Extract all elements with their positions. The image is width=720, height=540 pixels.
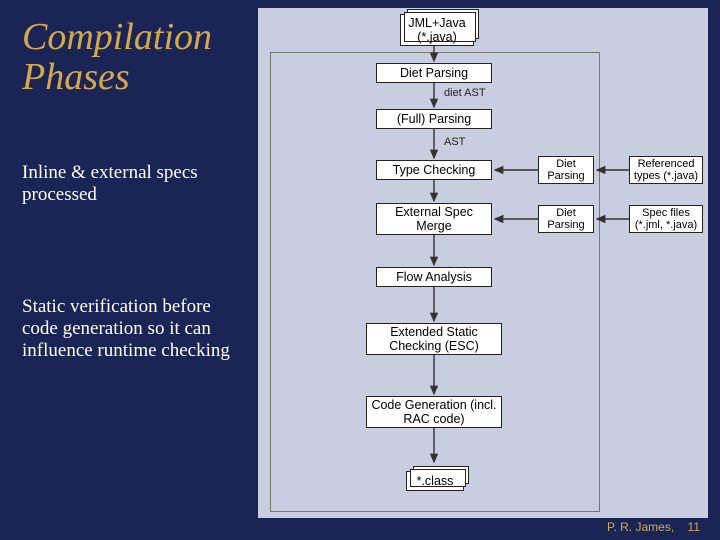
- node-type-checking: Type Checking: [376, 160, 492, 180]
- node-spec-files: Spec files (*.jml, *.java): [629, 205, 703, 233]
- node-flow-analysis: Flow Analysis: [376, 267, 492, 287]
- node-codegen: Code Generation (incl. RAC code): [366, 396, 502, 428]
- node-full-parsing: (Full) Parsing: [376, 109, 492, 129]
- node-esc: Extended Static Checking (ESC): [366, 323, 502, 355]
- node-output-files: *.class: [406, 471, 464, 491]
- node-diet-parsing-side-1: Diet Parsing: [538, 156, 594, 184]
- slide-title: Compilation Phases: [22, 18, 212, 98]
- title-line1: Compilation: [22, 16, 212, 58]
- footer-page: 11: [688, 520, 700, 534]
- footer-author: P. R. James,: [607, 520, 674, 534]
- node-referenced-types: Referenced types (*.java): [629, 156, 703, 184]
- slide-footer: P. R. James, 11: [607, 520, 700, 534]
- title-line2: Phases: [22, 56, 130, 98]
- node-input-files: JML+Java (*.java): [400, 14, 474, 46]
- annotation-esc: Static verification before code generati…: [22, 296, 232, 362]
- edge-label-diet-ast: diet AST: [444, 87, 486, 99]
- node-diet-parsing: Diet Parsing: [376, 63, 492, 83]
- node-spec-merge: External Spec Merge: [376, 203, 492, 235]
- flowchart-diagram: JML+Java (*.java) Diet Parsing (Full) Pa…: [258, 8, 708, 518]
- annotation-specs: Inline & external specs processed: [22, 162, 222, 206]
- edge-label-ast: AST: [444, 136, 465, 148]
- node-diet-parsing-side-2: Diet Parsing: [538, 205, 594, 233]
